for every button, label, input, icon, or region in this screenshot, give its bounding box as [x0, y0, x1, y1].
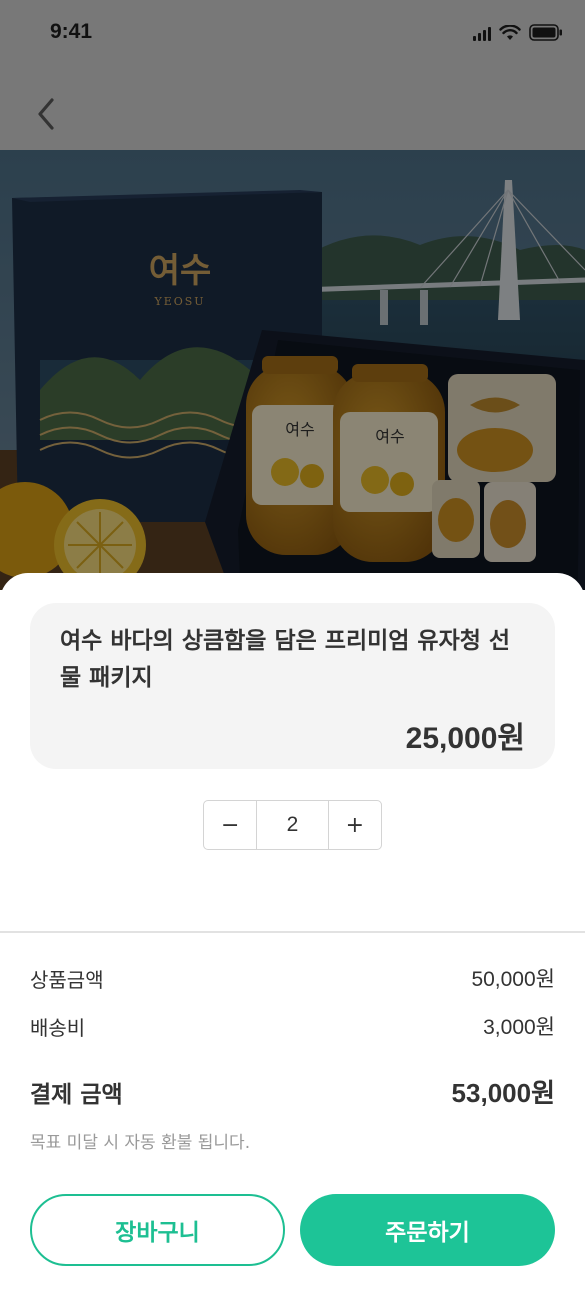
order-bottom-sheet: 여수 바다의 상큼함을 담은 프리미엄 유자청 선물 패키지 25,000원 −… [0, 573, 585, 1308]
refund-notice: 목표 미달 시 자동 환불 됩니다. [30, 1133, 251, 1153]
section-divider [0, 931, 585, 933]
plus-icon: + [345, 812, 365, 838]
decrease-quantity-button[interactable]: − [204, 801, 256, 849]
product-summary-card: 여수 바다의 상큼함을 담은 프리미엄 유자청 선물 패키지 25,000원 [30, 603, 555, 769]
product-image: 여수 YEOSU 여수 여수 [0, 150, 585, 590]
subtotal-value: 50,000원 [471, 968, 555, 991]
shipping-row: 배송비 3,000원 [30, 1011, 555, 1041]
product-title: 여수 바다의 상큼함을 담은 프리미엄 유자청 선물 패키지 [60, 628, 511, 691]
total-label: 결제 금액 [30, 1081, 123, 1108]
order-sheet-screen: 9:41 여수 YEOSU 여수 여수 여수 바다의 상큼함을 담은 프리미엄 … [0, 0, 585, 1308]
increase-quantity-button[interactable]: + [329, 801, 381, 849]
cellular-signal-icon [473, 25, 491, 41]
add-to-cart-button[interactable]: 장바구니 [30, 1194, 285, 1266]
shipping-value: 3,000원 [483, 1016, 555, 1039]
subtotal-row: 상품금액 50,000원 [30, 963, 555, 993]
status-icons [473, 24, 563, 41]
status-time: 9:41 [50, 20, 93, 43]
total-value: 53,000원 [451, 1078, 555, 1108]
shipping-label: 배송비 [30, 1015, 86, 1040]
order-button[interactable]: 주문하기 [300, 1194, 555, 1266]
quantity-value: 2 [256, 801, 329, 849]
gift-set-illustration: 여수 YEOSU 여수 여수 [0, 150, 585, 590]
quantity-stepper: − 2 + [203, 800, 382, 850]
chevron-left-icon [38, 98, 54, 130]
back-button[interactable] [28, 92, 64, 136]
wifi-icon [499, 24, 521, 40]
status-bar: 9:41 [0, 0, 585, 70]
subtotal-label: 상품금액 [30, 967, 104, 992]
battery-icon [529, 24, 562, 41]
total-row: 결제 금액 53,000원 [30, 1073, 555, 1110]
minus-icon: − [220, 812, 240, 838]
product-price: 25,000원 [405, 722, 525, 755]
